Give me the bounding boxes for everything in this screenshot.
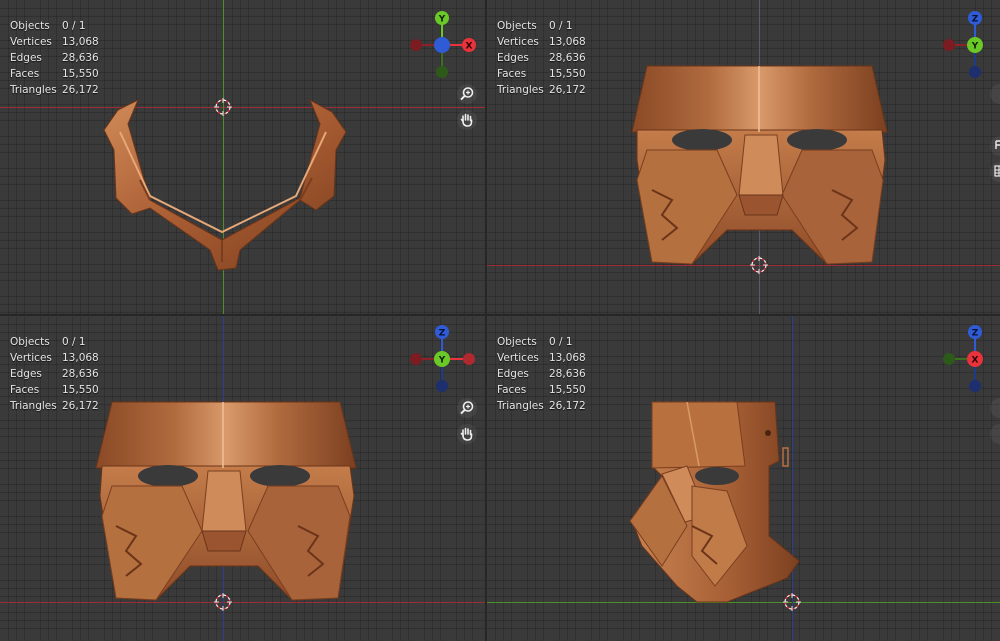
stat-value: 26,172 bbox=[62, 400, 99, 412]
navigation-gizmo[interactable]: Z Y bbox=[939, 10, 1000, 80]
scene-statistics: Objects 0 / 1 Vertices 13,068 Edges 28,636 … bbox=[497, 18, 586, 98]
stat-value: 0 / 1 bbox=[62, 336, 86, 348]
gizmo-label: Y bbox=[438, 15, 446, 25]
stat-label: Faces bbox=[10, 68, 40, 80]
stat-label: Vertices bbox=[10, 352, 52, 364]
stat-label: Edges bbox=[497, 368, 529, 380]
stat-label: Triangles bbox=[497, 84, 544, 96]
stat-label: Faces bbox=[497, 68, 527, 80]
quad-view-editor: Objects 0 / 1 Vertices 13,068 Edges 28,636 … bbox=[0, 0, 1000, 641]
stat-label: Triangles bbox=[10, 84, 57, 96]
stat-value: 13,068 bbox=[549, 36, 586, 48]
3d-cursor-icon[interactable] bbox=[214, 98, 232, 116]
scene-statistics: Objects 0 / 1 Vertices 13,068 Edges 28,636 … bbox=[10, 18, 99, 98]
stat-label: Triangles bbox=[497, 400, 544, 412]
scene-statistics: Objects 0 / 1 Vertices 13,068 Edges 28,636 … bbox=[10, 334, 99, 414]
stat-label: Vertices bbox=[497, 36, 539, 48]
viewport-side[interactable]: Objects 0 / 1 Vertices 13,068 Edges 28,636 … bbox=[487, 316, 1000, 641]
stat-value: 28,636 bbox=[549, 52, 586, 64]
stat-value: 0 / 1 bbox=[62, 20, 86, 32]
stat-label: Faces bbox=[10, 384, 40, 396]
gizmo-label: X bbox=[466, 42, 473, 52]
stat-label: Triangles bbox=[10, 400, 57, 412]
stat-value: 0 / 1 bbox=[549, 20, 573, 32]
stat-value: 15,550 bbox=[549, 384, 586, 396]
gizmo-label: Z bbox=[439, 329, 446, 339]
gizmo-neg-z[interactable] bbox=[969, 66, 981, 78]
stat-value: 26,172 bbox=[549, 84, 586, 96]
stat-label: Vertices bbox=[10, 36, 52, 48]
navigation-gizmo[interactable]: Z X bbox=[939, 324, 1000, 394]
stat-label: Edges bbox=[497, 52, 529, 64]
stat-value: 13,068 bbox=[549, 352, 586, 364]
3d-cursor-icon[interactable] bbox=[750, 256, 768, 274]
scene-statistics: Objects 0 / 1 Vertices 13,068 Edges 28,636 … bbox=[497, 334, 586, 414]
gizmo-neg-z[interactable] bbox=[436, 380, 448, 392]
gizmo-x[interactable] bbox=[463, 353, 475, 365]
stat-label: Edges bbox=[10, 368, 42, 380]
gizmo-neg-x[interactable] bbox=[410, 353, 422, 365]
stat-value: 15,550 bbox=[62, 68, 99, 80]
zoom-icon[interactable] bbox=[457, 84, 477, 104]
gizmo-neg-x[interactable] bbox=[410, 39, 422, 51]
stat-value: 0 / 1 bbox=[549, 336, 573, 348]
gizmo-label: Y bbox=[438, 356, 446, 366]
stat-value: 15,550 bbox=[549, 68, 586, 80]
stat-label: Objects bbox=[10, 20, 50, 32]
navigation-gizmo[interactable]: Z Y bbox=[406, 324, 476, 394]
stat-value: 28,636 bbox=[62, 52, 99, 64]
gizmo-label: X bbox=[972, 356, 979, 366]
hand-pan-icon[interactable] bbox=[457, 110, 477, 130]
3d-cursor-icon[interactable] bbox=[783, 593, 801, 611]
stat-label: Objects bbox=[497, 20, 537, 32]
zoom-icon[interactable] bbox=[457, 398, 477, 418]
gizmo-neg-y[interactable] bbox=[436, 66, 448, 78]
3d-cursor-icon[interactable] bbox=[214, 593, 232, 611]
gizmo-label: Z bbox=[972, 15, 979, 25]
stat-label: Faces bbox=[497, 384, 527, 396]
gizmo-label: Z bbox=[972, 329, 979, 339]
stat-label: Objects bbox=[497, 336, 537, 348]
stat-value: 13,068 bbox=[62, 36, 99, 48]
stat-label: Edges bbox=[10, 52, 42, 64]
viewport-divider-vertical[interactable] bbox=[485, 0, 487, 641]
stat-value: 28,636 bbox=[62, 368, 99, 380]
gizmo-neg-x[interactable] bbox=[943, 39, 955, 51]
viewport-divider-horizontal[interactable] bbox=[0, 314, 1000, 316]
stat-value: 28,636 bbox=[549, 368, 586, 380]
stat-label: Vertices bbox=[497, 352, 539, 364]
gizmo-neg-z[interactable] bbox=[969, 380, 981, 392]
viewport-front-2[interactable]: Objects 0 / 1 Vertices 13,068 Edges 28,636 … bbox=[0, 316, 485, 641]
navigation-gizmo[interactable]: Y X bbox=[406, 10, 476, 80]
stat-value: 26,172 bbox=[62, 84, 99, 96]
viewport-top[interactable]: Objects 0 / 1 Vertices 13,068 Edges 28,636 … bbox=[0, 0, 485, 314]
stat-value: 15,550 bbox=[62, 384, 99, 396]
hand-pan-icon[interactable] bbox=[457, 424, 477, 444]
gizmo-z-center[interactable] bbox=[434, 37, 450, 53]
viewport-front[interactable]: Objects 0 / 1 Vertices 13,068 Edges 28,636 … bbox=[487, 0, 1000, 314]
gizmo-neg-y[interactable] bbox=[943, 353, 955, 365]
stat-label: Objects bbox=[10, 336, 50, 348]
stat-value: 26,172 bbox=[549, 400, 586, 412]
stat-value: 13,068 bbox=[62, 352, 99, 364]
gizmo-label: Y bbox=[971, 42, 979, 52]
